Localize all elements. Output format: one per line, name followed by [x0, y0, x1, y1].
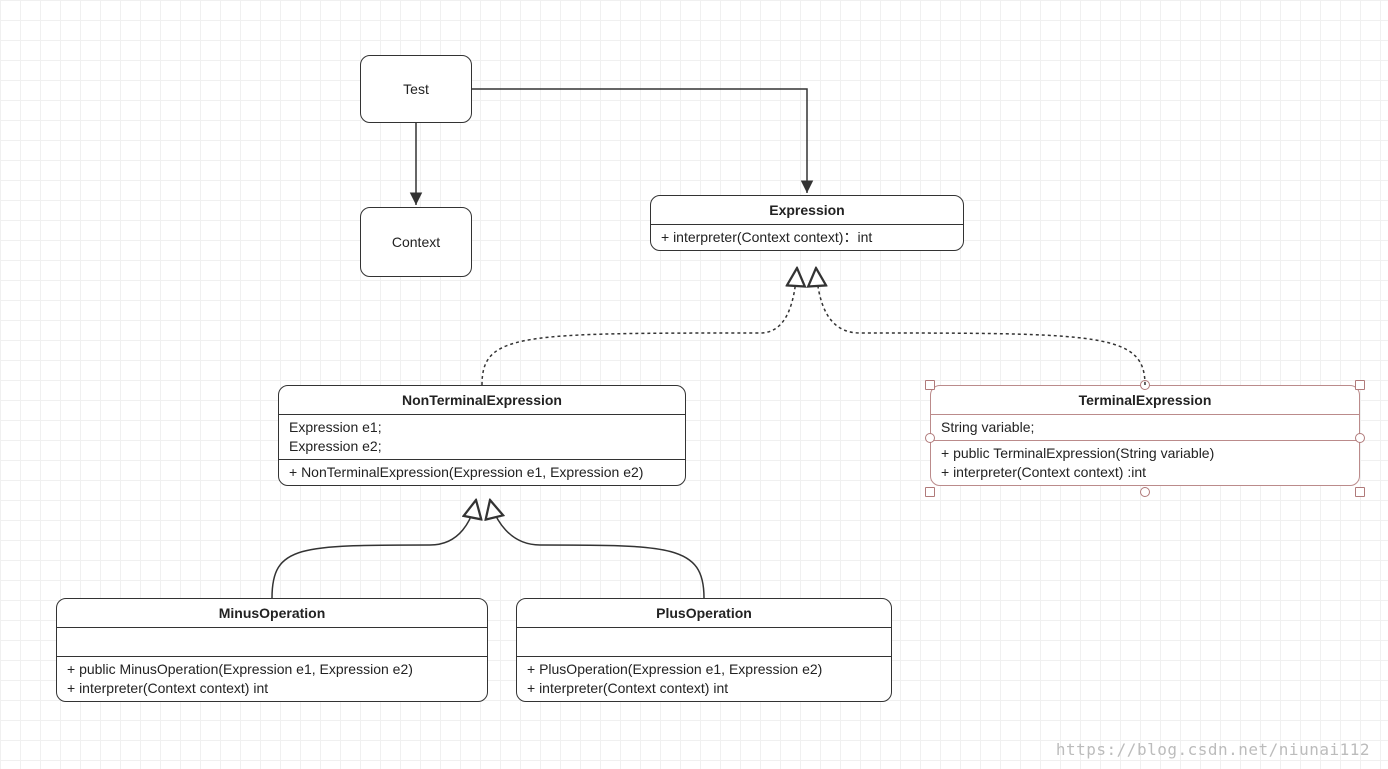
class-minus-fields [57, 627, 487, 656]
class-minus-methods: + public MinusOperation(Expression e1, E… [57, 656, 487, 701]
class-nonterminal-methods: + NonTerminalExpression(Expression e1, E… [279, 459, 685, 485]
edge-plus-extends-nonterminal [490, 500, 704, 598]
edge-terminal-realizes-expression [816, 268, 1145, 385]
selection-handle[interactable] [1355, 380, 1365, 390]
method-row: + PlusOperation(Expression e1, Expressio… [527, 660, 881, 679]
class-nonterminal-name: NonTerminalExpression [279, 386, 685, 414]
field-row: Expression e2; [289, 437, 675, 456]
selection-midpoint[interactable] [925, 433, 935, 443]
field-row: String variable; [941, 418, 1349, 437]
edge-nonterminal-realizes-expression [482, 268, 797, 385]
method-row: + interpreter(Context context) :int [941, 463, 1349, 482]
edge-minus-extends-nonterminal [272, 500, 476, 598]
class-terminal-fields: String variable; [931, 414, 1359, 440]
class-expression-methods: + interpreter(Context context)：int [651, 224, 963, 250]
class-terminal-methods: + public TerminalExpression(String varia… [931, 440, 1359, 485]
class-nonterminal[interactable]: NonTerminalExpression Expression e1; Exp… [278, 385, 686, 486]
class-test-name: Test [403, 81, 429, 97]
class-plus-name: PlusOperation [517, 599, 891, 627]
selection-handle[interactable] [925, 487, 935, 497]
selection-handle[interactable] [925, 380, 935, 390]
class-context-name: Context [392, 234, 440, 250]
class-expression[interactable]: Expression + interpreter(Context context… [650, 195, 964, 251]
watermark: https://blog.csdn.net/niunai112 [1056, 740, 1370, 759]
class-minus[interactable]: MinusOperation + public MinusOperation(E… [56, 598, 488, 702]
method-row: + public TerminalExpression(String varia… [941, 444, 1349, 463]
class-nonterminal-fields: Expression e1; Expression e2; [279, 414, 685, 459]
class-plus-fields [517, 627, 891, 656]
selection-midpoint[interactable] [1355, 433, 1365, 443]
method-row: + interpreter(Context context)：int [661, 228, 953, 247]
method-row: + public MinusOperation(Expression e1, E… [67, 660, 477, 679]
class-plus-methods: + PlusOperation(Expression e1, Expressio… [517, 656, 891, 701]
field-row: Expression e1; [289, 418, 675, 437]
class-context[interactable]: Context [360, 207, 472, 277]
class-test[interactable]: Test [360, 55, 472, 123]
edge-test-to-expression [472, 89, 807, 193]
class-plus[interactable]: PlusOperation + PlusOperation(Expression… [516, 598, 892, 702]
method-row: + interpreter(Context context) int [67, 679, 477, 698]
class-expression-name: Expression [651, 196, 963, 224]
selection-midpoint[interactable] [1140, 380, 1150, 390]
method-row: + interpreter(Context context) int [527, 679, 881, 698]
class-minus-name: MinusOperation [57, 599, 487, 627]
class-terminal[interactable]: TerminalExpression String variable; + pu… [930, 385, 1360, 486]
method-row: + NonTerminalExpression(Expression e1, E… [289, 463, 675, 482]
selection-handle[interactable] [1355, 487, 1365, 497]
selection-midpoint[interactable] [1140, 487, 1150, 497]
class-terminal-name: TerminalExpression [931, 386, 1359, 414]
